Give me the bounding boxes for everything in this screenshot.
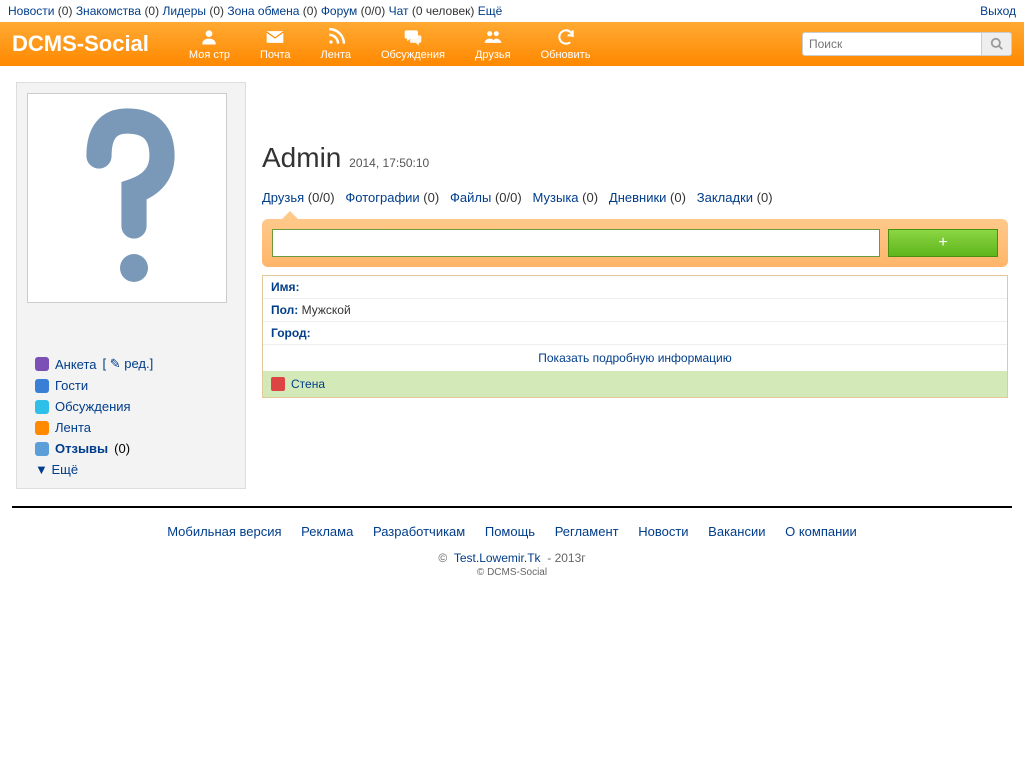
- sidebar: Анкета [ ✎ ред.] Гости Обсуждения Лента …: [16, 82, 246, 489]
- tab-bookmarks[interactable]: Закладки: [697, 190, 753, 205]
- post-submit-button[interactable]: +: [888, 229, 998, 257]
- star-icon: [35, 442, 49, 456]
- footer-dev[interactable]: Разработчикам: [373, 524, 465, 539]
- sidebar-discussions[interactable]: Обсуждения: [25, 396, 237, 417]
- profile-tabs: Друзья (0/0) Фотографии (0) Файлы (0/0) …: [262, 184, 1008, 219]
- topnav-chat[interactable]: Чат: [389, 4, 409, 18]
- footer-jobs[interactable]: Вакансии: [708, 524, 765, 539]
- topnav-news[interactable]: Новости: [8, 4, 54, 18]
- info-block: Имя: Пол: Мужской Город: Показать подроб…: [262, 275, 1008, 398]
- nav-discussions[interactable]: Обсуждения: [381, 27, 445, 61]
- rss-icon: [326, 27, 346, 47]
- tab-diaries[interactable]: Дневники: [609, 190, 667, 205]
- wall-section[interactable]: Стена: [263, 371, 1007, 397]
- tab-photos[interactable]: Фотографии: [345, 190, 419, 205]
- search-box: [802, 32, 1012, 56]
- nav-mail[interactable]: Почта: [260, 27, 291, 61]
- gender-label: Пол:: [271, 303, 298, 317]
- footer-brand: © DCMS-Social: [16, 567, 1008, 578]
- post-box: +: [262, 219, 1008, 267]
- logo: DCMS-Social: [12, 31, 149, 57]
- nav-refresh[interactable]: Обновить: [541, 27, 591, 61]
- search-input[interactable]: [802, 32, 982, 56]
- avatar: [27, 93, 227, 303]
- top-nav: Новости (0) Знакомства (0) Лидеры (0) Зо…: [0, 0, 1024, 22]
- rss-icon: [35, 421, 49, 435]
- footer-about[interactable]: О компании: [785, 524, 857, 539]
- chat-icon: [403, 27, 423, 47]
- gender-value: Мужской: [302, 303, 351, 317]
- refresh-icon: [556, 27, 576, 47]
- name-label: Имя:: [271, 280, 300, 294]
- topnav-exchange[interactable]: Зона обмена: [227, 4, 299, 18]
- footer-terms[interactable]: Регламент: [555, 524, 619, 539]
- tab-files[interactable]: Файлы: [450, 190, 491, 205]
- wall-icon: [271, 377, 285, 391]
- avatar-placeholder-icon: [57, 98, 197, 298]
- sidebar-feed[interactable]: Лента: [25, 417, 237, 438]
- sidebar-guests[interactable]: Гости: [25, 375, 237, 396]
- footer-help[interactable]: Помощь: [485, 524, 535, 539]
- topnav-leaders[interactable]: Лидеры: [162, 4, 206, 18]
- search-icon: [990, 37, 1004, 51]
- friends-icon: [483, 27, 503, 47]
- nav-feed[interactable]: Лента: [321, 27, 351, 61]
- nav-mypage[interactable]: Моя стр: [189, 27, 230, 61]
- eye-icon: [35, 379, 49, 393]
- show-more-info[interactable]: Показать подробную информацию: [538, 351, 732, 365]
- mail-icon: [265, 27, 285, 47]
- profile-icon: [35, 357, 49, 371]
- sidebar-reviews[interactable]: Отзывы (0): [25, 438, 237, 459]
- city-label: Город:: [271, 326, 311, 340]
- logout-link[interactable]: Выход: [980, 4, 1016, 18]
- footer-ads[interactable]: Реклама: [301, 524, 353, 539]
- chat-icon: [35, 400, 49, 414]
- user-icon: [199, 27, 219, 47]
- nav-friends[interactable]: Друзья: [475, 27, 511, 61]
- footer: Мобильная версия Реклама Разработчикам П…: [0, 508, 1024, 594]
- topnav-forum[interactable]: Форум: [321, 4, 357, 18]
- search-button[interactable]: [982, 32, 1012, 56]
- sidebar-profile[interactable]: Анкета [ ✎ ред.]: [25, 353, 237, 375]
- tab-music[interactable]: Музыка: [533, 190, 579, 205]
- tab-friends[interactable]: Друзья: [262, 190, 304, 205]
- content: Admin 2014, 17:50:10 Друзья (0/0) Фотогр…: [262, 82, 1008, 398]
- footer-news[interactable]: Новости: [638, 524, 688, 539]
- footer-mobile[interactable]: Мобильная версия: [167, 524, 281, 539]
- topnav-dating[interactable]: Знакомства: [76, 4, 141, 18]
- profile-title: Admin 2014, 17:50:10: [262, 132, 1008, 184]
- profile-timestamp: 2014, 17:50:10: [349, 156, 429, 170]
- main-header: DCMS-Social Моя стр Почта Лента Обсужден…: [0, 22, 1024, 66]
- topnav-more[interactable]: Ещё: [478, 4, 503, 18]
- sidebar-more[interactable]: ▼ Ещё: [25, 459, 237, 480]
- footer-site[interactable]: Test.Lowemir.Tk: [454, 551, 541, 565]
- post-input[interactable]: [272, 229, 880, 257]
